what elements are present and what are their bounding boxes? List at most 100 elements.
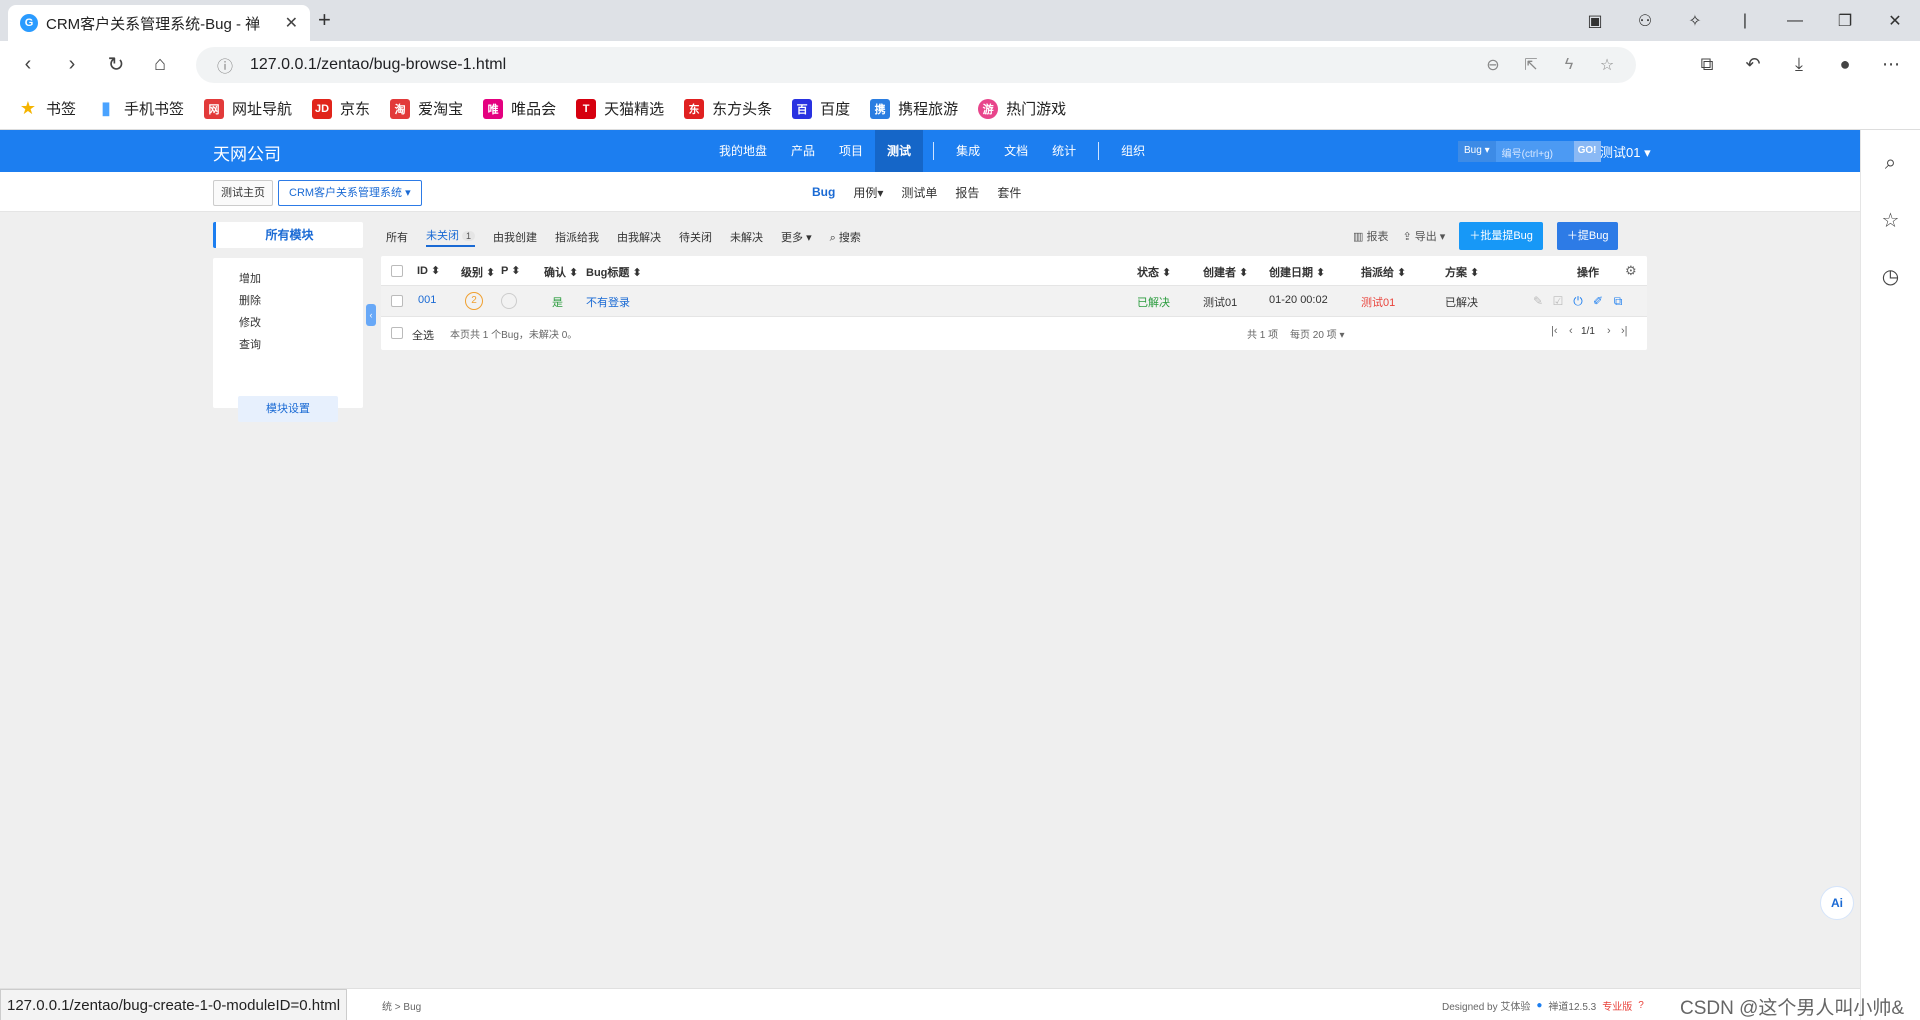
- extension-icon[interactable]: ✧: [1670, 11, 1720, 31]
- history-back-icon[interactable]: ↶: [1730, 54, 1776, 75]
- bug-id-link[interactable]: 001: [418, 294, 436, 306]
- share-icon[interactable]: ⇱: [1518, 55, 1544, 75]
- close-bug-icon[interactable]: ⏻: [1571, 294, 1585, 308]
- select-all-checkbox[interactable]: [391, 327, 403, 339]
- bookmark-item[interactable]: 百百度: [792, 98, 850, 119]
- pager-last-icon[interactable]: ›|: [1621, 325, 1628, 337]
- module-item[interactable]: 修改: [239, 312, 363, 334]
- edition-label[interactable]: 专业版: [1602, 998, 1632, 1013]
- menu-company[interactable]: 组织: [1109, 130, 1157, 172]
- filter-search[interactable]: ⌕ 搜索: [830, 229, 861, 245]
- avatar-icon[interactable]: ●: [1822, 54, 1868, 75]
- tab-testcase[interactable]: 用例▾: [853, 184, 883, 201]
- pager-first-icon[interactable]: |‹: [1551, 325, 1558, 337]
- bug-title-link[interactable]: 不有登录: [586, 294, 630, 310]
- menu-product[interactable]: 产品: [779, 130, 827, 172]
- th-pri[interactable]: P ⬍: [501, 264, 520, 277]
- sidebar-search-icon[interactable]: ⌕: [1861, 152, 1920, 186]
- bookmark-item[interactable]: T 天猫精选: [576, 98, 664, 119]
- menu-doc[interactable]: 文档: [992, 130, 1040, 172]
- bookmark-item[interactable]: ▮ 手机书签: [96, 98, 184, 119]
- filter-unresolved[interactable]: 未解决: [730, 229, 763, 245]
- pager-prev-icon[interactable]: ‹: [1569, 325, 1573, 337]
- bookmark-item[interactable]: 游热门游戏: [978, 98, 1066, 119]
- confirm-bug-icon[interactable]: ✎: [1531, 294, 1545, 308]
- filter-assigned-to-me[interactable]: 指派给我: [555, 229, 599, 245]
- star-icon[interactable]: ☆: [1594, 55, 1620, 75]
- report-button[interactable]: ▥ 报表: [1353, 228, 1388, 244]
- help-icon[interactable]: ?: [1638, 1000, 1644, 1011]
- table-row[interactable]: 001 2 是 不有登录 已解决 测试01 01-20 00:02 测试01 已…: [381, 286, 1647, 316]
- resolve-bug-icon[interactable]: ☑: [1551, 294, 1565, 308]
- filter-to-close[interactable]: 待关闭: [679, 229, 712, 245]
- tab-testtask[interactable]: 测试单: [901, 184, 937, 201]
- search-go-button[interactable]: GO!: [1573, 141, 1601, 162]
- close-tab-icon[interactable]: ✕: [285, 13, 298, 33]
- tab-count-icon[interactable]: ▣: [1570, 11, 1620, 31]
- ai-assistant-button[interactable]: Ai: [1820, 886, 1854, 920]
- filter-all[interactable]: 所有: [386, 229, 408, 245]
- select-all-label[interactable]: 全选: [412, 327, 434, 343]
- column-settings-gear-icon[interactable]: ⚙: [1625, 263, 1637, 279]
- collapse-sidebar-icon[interactable]: ‹: [366, 304, 376, 326]
- bookmark-item[interactable]: 携携程旅游: [870, 98, 958, 119]
- search-type-select[interactable]: Bug ▾: [1458, 141, 1496, 162]
- tab-testsuite[interactable]: 套件: [997, 184, 1021, 201]
- qa-home-link[interactable]: 测试主页: [213, 180, 273, 206]
- bookmark-item[interactable]: 淘爱淘宝: [390, 98, 463, 119]
- home-icon[interactable]: ⌂: [138, 53, 182, 76]
- menu-project[interactable]: 项目: [827, 130, 875, 172]
- new-tab-icon[interactable]: +: [318, 7, 331, 33]
- close-window-icon[interactable]: ✕: [1870, 11, 1920, 31]
- search-input[interactable]: 编号(ctrl+g): [1496, 141, 1574, 162]
- module-item[interactable]: 查询: [239, 334, 363, 356]
- pager-next-icon[interactable]: ›: [1607, 325, 1611, 337]
- module-item[interactable]: 增加: [239, 268, 363, 290]
- menu-ci[interactable]: 集成: [944, 130, 992, 172]
- create-bug-button[interactable]: ＋提Bug: [1556, 222, 1619, 250]
- url-input[interactable]: ⓘ 127.0.0.1/zentao/bug-browse-1.html ⊖ ⇱…: [196, 47, 1636, 83]
- bookmark-item[interactable]: JD 京东: [312, 98, 370, 119]
- bookmark-item[interactable]: 网网址导航: [204, 98, 292, 119]
- filter-more[interactable]: 更多 ▾: [781, 229, 812, 245]
- copy-bug-icon[interactable]: ⧉: [1611, 294, 1625, 308]
- designed-by[interactable]: Designed by 艾体验: [1442, 998, 1530, 1013]
- back-icon[interactable]: ‹: [6, 53, 50, 76]
- th-created[interactable]: 创建日期 ⬍: [1269, 264, 1325, 280]
- reload-icon[interactable]: ↻: [94, 52, 138, 77]
- more-icon[interactable]: ⋯: [1868, 54, 1914, 75]
- tab-bug[interactable]: Bug: [812, 185, 835, 199]
- export-button[interactable]: ⇪ 导出 ▾: [1402, 228, 1445, 244]
- all-modules-link[interactable]: 所有模块: [213, 222, 363, 248]
- sidebar-history-icon[interactable]: ◷: [1861, 264, 1920, 298]
- menu-my[interactable]: 我的地盘: [707, 130, 779, 172]
- minimize-icon[interactable]: —: [1770, 12, 1820, 30]
- th-resolution[interactable]: 方案 ⬍: [1445, 264, 1479, 280]
- menu-report[interactable]: 统计: [1040, 130, 1088, 172]
- company-name[interactable]: 天网公司: [213, 140, 281, 165]
- extensions-icon[interactable]: ⧉: [1684, 54, 1730, 75]
- th-assigned[interactable]: 指派给 ⬍: [1361, 264, 1406, 280]
- row-checkbox[interactable]: [391, 295, 403, 307]
- bookmark-item[interactable]: 东东方头条: [684, 98, 772, 119]
- th-status[interactable]: 状态 ⬍: [1137, 264, 1171, 280]
- info-icon[interactable]: ⓘ: [212, 53, 238, 77]
- tab-testreport[interactable]: 报告: [955, 184, 979, 201]
- menu-qa[interactable]: 测试: [875, 130, 924, 172]
- url-text[interactable]: 127.0.0.1/zentao/bug-browse-1.html: [250, 56, 1468, 74]
- forward-icon[interactable]: ›: [50, 53, 94, 76]
- pager-size[interactable]: 每页 20 项 ▾: [1290, 326, 1345, 341]
- module-settings-button[interactable]: 模块设置: [238, 396, 338, 422]
- zentao-version[interactable]: 禅道12.5.3: [1548, 998, 1596, 1013]
- filter-resolved-by-me[interactable]: 由我解决: [617, 229, 661, 245]
- bolt-icon[interactable]: ϟ: [1556, 56, 1582, 74]
- filter-opened-by-me[interactable]: 由我创建: [493, 229, 537, 245]
- user-dropdown[interactable]: 测试01 ▾: [1600, 142, 1651, 161]
- batch-create-bug-button[interactable]: ＋批量提Bug: [1459, 222, 1543, 250]
- th-severity[interactable]: 级别 ⬍: [461, 264, 495, 280]
- module-item[interactable]: 删除: [239, 290, 363, 312]
- zoom-icon[interactable]: ⊖: [1480, 55, 1506, 75]
- filter-unclosed[interactable]: 未关闭 1: [426, 227, 476, 247]
- incognito-icon[interactable]: ⚇: [1620, 11, 1670, 31]
- sidebar-favorites-icon[interactable]: ☆: [1861, 208, 1920, 242]
